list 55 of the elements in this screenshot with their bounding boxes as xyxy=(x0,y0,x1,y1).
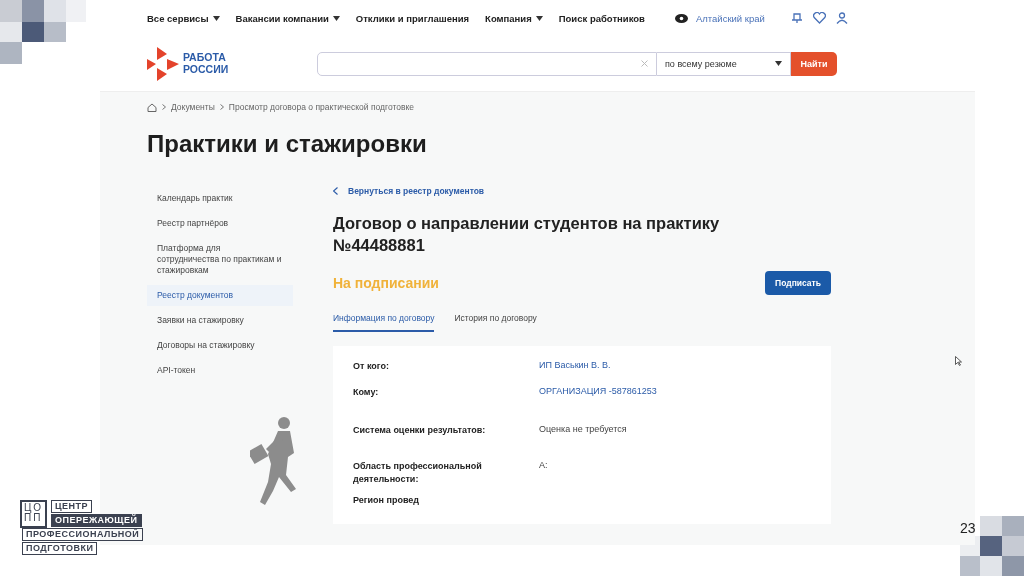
field-value: А: xyxy=(539,459,548,470)
home-icon[interactable] xyxy=(147,102,157,112)
logo-text: ПРОФЕССИОНАЛЬНОЙ xyxy=(21,528,144,541)
sign-button[interactable]: Подписать xyxy=(765,270,831,295)
field-label: От кого: xyxy=(353,359,390,373)
heart-icon[interactable] xyxy=(812,12,826,24)
chevron-right-icon xyxy=(162,104,166,110)
chevron-right-icon xyxy=(219,104,224,110)
field-link[interactable]: ОРГАНИЗАЦИЯ -587861253 xyxy=(539,385,657,396)
nav-menu-item[interactable]: Отклики и приглашения xyxy=(355,12,470,24)
tab[interactable]: История по договору xyxy=(454,312,537,332)
field-label: Регион провед xyxy=(353,493,421,507)
back-link[interactable]: Вернуться в реестр документов xyxy=(348,186,485,196)
document-title: Договор о направлении студентов на практику №44488881 xyxy=(333,213,721,257)
field-link[interactable]: ИП Васькин В. В. xyxy=(539,359,611,370)
caret-icon xyxy=(535,15,543,21)
tab[interactable]: Информация по договору xyxy=(333,312,435,332)
eye-icon xyxy=(674,13,688,23)
logo-text: РАБОТА РОССИИ xyxy=(183,51,229,76)
caret-icon xyxy=(212,15,220,21)
sidebar-item[interactable]: Календарь практик xyxy=(147,188,293,210)
caret-icon xyxy=(332,15,340,21)
breadcrumb-link[interactable]: Просмотр договора о практической подготовке xyxy=(228,102,415,112)
sidebar-item[interactable]: Платформа для сотрудничества по практикам и стажировкам xyxy=(147,238,293,282)
cursor-icon xyxy=(955,356,962,366)
page-title: Практики и стажировки xyxy=(147,130,428,158)
nav-menu-item[interactable]: Все сервисы xyxy=(147,12,220,24)
logo-mark: ЦО ПП xyxy=(20,500,47,528)
search-field[interactable] xyxy=(317,51,657,76)
field-label: Область профессиональной деятельности: xyxy=(353,459,483,487)
caret-icon xyxy=(775,61,782,66)
field-label: Кому: xyxy=(353,385,380,399)
page-number: 23 xyxy=(960,520,976,536)
sidebar-item[interactable]: API-токен xyxy=(147,360,293,382)
sidebar-item[interactable]: Договоры на стажировку xyxy=(147,335,293,357)
status-label: На подписании xyxy=(333,274,439,291)
logo-text: ЦЕНТР xyxy=(50,500,93,513)
nav-menu-item[interactable]: Поиск работников xyxy=(558,12,645,24)
nav-menu-item[interactable]: Компания xyxy=(485,12,543,24)
sidebar-item[interactable]: Реестр партнёров xyxy=(147,213,293,235)
sidebar-item[interactable]: Реестр документов xyxy=(147,285,293,307)
sidebar-item[interactable]: Заявки на стажировку xyxy=(147,310,293,332)
scope-dropdown[interactable]: по всему резюме xyxy=(657,51,791,76)
search-button[interactable]: Найти xyxy=(791,51,837,76)
field-label: Система оценки результатов: xyxy=(353,423,487,437)
logo-text: ОПЕРЕЖАЮЩЕЙ xyxy=(50,514,142,527)
field-value: Оценка не требуется xyxy=(539,423,627,434)
breadcrumb-link[interactable]: Документы xyxy=(171,102,215,112)
logo-text: ПОДГОТОВКИ xyxy=(21,542,98,555)
region-link[interactable]: Алтайский край xyxy=(695,12,765,24)
nav-menu-item[interactable]: Вакансии компании xyxy=(235,12,340,24)
logo-icon xyxy=(147,46,179,81)
chevron-left-icon xyxy=(333,187,338,195)
user-icon[interactable] xyxy=(835,12,848,24)
bell-icon[interactable] xyxy=(790,12,803,24)
